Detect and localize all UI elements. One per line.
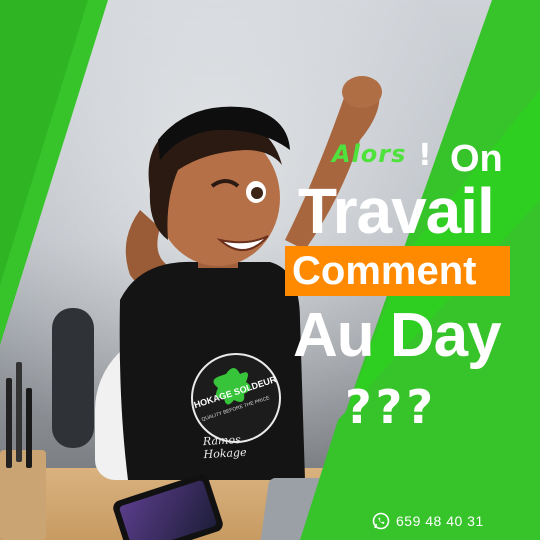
headline-au-day: Au Day [293,301,502,370]
headline-travail: Travail [298,175,495,247]
headline-on: On [450,138,503,180]
whatsapp-icon [372,512,390,530]
phone-number[interactable]: 659 48 40 31 [396,513,484,529]
flyer-canvas: HOKAGE SOLDEUR QUALITY BEFORE THE PRICE … [0,0,540,540]
headline-comment: Comment [292,249,477,293]
headline-question-marks: ??? [345,380,438,434]
headline-exclamation: ! [418,138,432,173]
